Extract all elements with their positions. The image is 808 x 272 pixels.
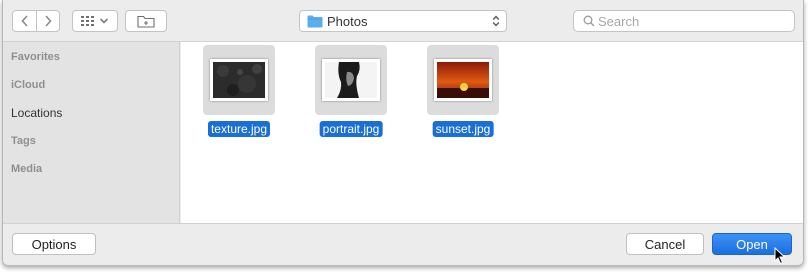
texture-image	[213, 62, 265, 98]
back-button[interactable]	[13, 11, 36, 31]
file-thumbnail	[315, 45, 387, 115]
location-popup[interactable]: Photos	[299, 10, 507, 32]
navigation-buttons	[12, 10, 60, 32]
toolbar: Photos	[3, 0, 803, 42]
chevron-right-icon	[45, 15, 52, 27]
new-folder-icon	[137, 15, 155, 28]
sidebar-item-media[interactable]: Media	[11, 163, 42, 175]
forward-button[interactable]	[36, 11, 59, 31]
folder-icon	[307, 15, 323, 28]
sidebar-item-icloud[interactable]: iCloud	[11, 79, 45, 91]
bottom-bar: Options Cancel Open	[3, 223, 803, 265]
chevron-left-icon	[20, 15, 28, 27]
updown-chevron-icon	[492, 15, 500, 27]
view-options-button[interactable]	[72, 10, 118, 32]
file-browser: texture.jpg portrait.jpg sunset.jpg	[181, 42, 803, 223]
file-name: portrait.jpg	[319, 121, 383, 137]
location-label: Photos	[327, 14, 368, 29]
file-name: texture.jpg	[207, 121, 271, 137]
file-item-texture[interactable]: texture.jpg	[202, 45, 276, 137]
icon-grid-icon	[81, 16, 94, 26]
sidebar-item-tags[interactable]: Tags	[11, 135, 36, 147]
search-field[interactable]	[573, 10, 795, 32]
file-name: sunset.jpg	[432, 121, 494, 137]
search-icon	[583, 15, 595, 27]
cancel-button[interactable]: Cancel	[626, 233, 704, 255]
open-file-dialog: Photos Favorites iCloud Locations Tags M…	[2, 0, 804, 266]
sunset-image	[437, 62, 489, 98]
sidebar: Favorites iCloud Locations Tags Media	[3, 42, 180, 223]
options-button[interactable]: Options	[12, 233, 96, 255]
sidebar-item-locations[interactable]: Locations	[11, 106, 62, 120]
sidebar-item-favorites[interactable]: Favorites	[11, 51, 60, 63]
mouse-pointer-icon	[774, 247, 786, 265]
search-input[interactable]	[598, 13, 788, 29]
chevron-down-icon	[99, 18, 109, 24]
file-item-sunset[interactable]: sunset.jpg	[426, 45, 500, 137]
file-thumbnail	[427, 45, 499, 115]
portrait-image	[325, 62, 377, 98]
new-folder-button[interactable]	[125, 10, 167, 32]
file-thumbnail	[203, 45, 275, 115]
file-item-portrait[interactable]: portrait.jpg	[314, 45, 388, 137]
